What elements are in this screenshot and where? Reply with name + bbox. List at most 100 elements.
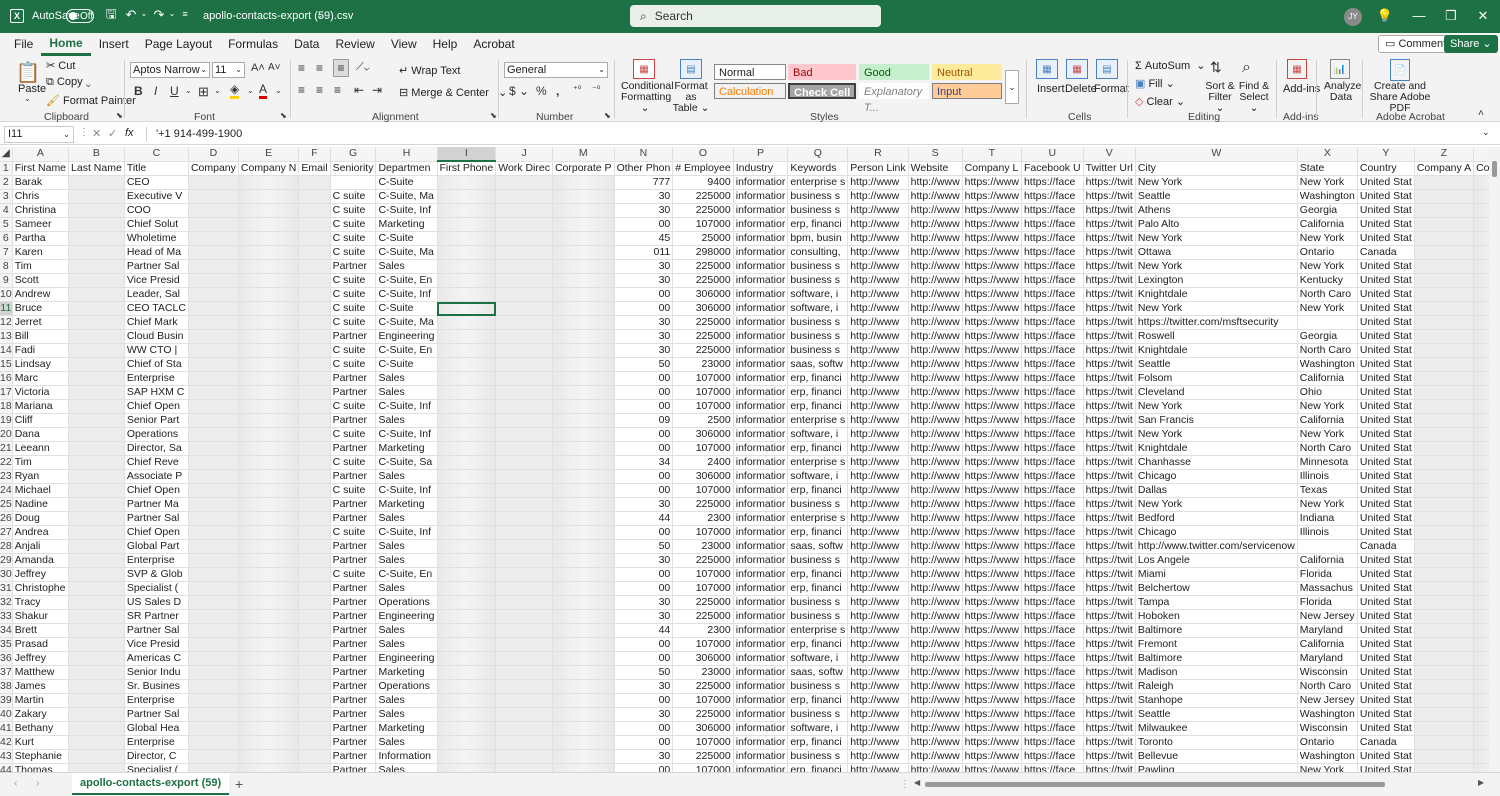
table-cell[interactable]: [552, 217, 615, 232]
table-cell[interactable]: https://twit: [1083, 567, 1136, 582]
table-cell[interactable]: Tim: [12, 259, 70, 274]
insert-function-icon[interactable]: fx: [125, 127, 134, 139]
table-cell[interactable]: 30: [614, 203, 674, 218]
table-cell[interactable]: CEO: [124, 175, 189, 190]
table-cell[interactable]: [552, 329, 615, 344]
table-cell[interactable]: [495, 217, 553, 232]
table-cell[interactable]: 306000: [672, 469, 734, 484]
table-cell[interactable]: 225000: [672, 259, 734, 274]
table-cell[interactable]: [552, 553, 615, 568]
table-cell[interactable]: 00: [614, 721, 674, 736]
table-cell[interactable]: Bethany: [12, 721, 70, 736]
table-cell[interactable]: Sr. Busines: [124, 679, 189, 694]
table-cell[interactable]: informatior: [733, 175, 789, 190]
table-cell[interactable]: http://www: [847, 455, 909, 470]
menu-page-layout[interactable]: Page Layout: [137, 33, 220, 56]
table-cell[interactable]: informatior: [733, 189, 789, 204]
table-cell[interactable]: New York: [1297, 301, 1358, 316]
table-cell[interactable]: https://www: [962, 511, 1022, 526]
table-cell[interactable]: [68, 455, 125, 470]
table-cell[interactable]: [437, 287, 497, 302]
table-cell[interactable]: United Stat: [1357, 189, 1415, 204]
table-cell[interactable]: https://www: [962, 721, 1022, 736]
table-cell[interactable]: [298, 189, 331, 204]
table-cell[interactable]: Leeann: [12, 441, 70, 456]
table-cell[interactable]: [1473, 217, 1489, 232]
table-cell[interactable]: 00: [614, 399, 674, 414]
table-cell[interactable]: [495, 385, 553, 400]
table-cell[interactable]: [1414, 301, 1475, 316]
table-cell[interactable]: [188, 665, 239, 680]
table-cell[interactable]: informatior: [733, 231, 789, 246]
table-cell[interactable]: [495, 483, 553, 498]
table-cell[interactable]: [1414, 595, 1475, 610]
table-cell[interactable]: [68, 609, 125, 624]
table-cell[interactable]: C suite: [330, 427, 377, 442]
table-cell[interactable]: [1473, 637, 1489, 652]
table-cell[interactable]: [298, 735, 331, 750]
table-cell[interactable]: [437, 385, 497, 400]
table-cell[interactable]: [188, 623, 239, 638]
table-cell[interactable]: http://www: [908, 539, 963, 554]
table-cell[interactable]: 225000: [672, 497, 734, 512]
table-cell[interactable]: Chief Open: [124, 483, 189, 498]
table-cell[interactable]: Specialist (: [124, 763, 189, 772]
table-cell[interactable]: software, i: [787, 469, 849, 484]
table-cell[interactable]: http://www: [847, 189, 909, 204]
table-cell[interactable]: United Stat: [1357, 721, 1415, 736]
undo-dropdown-icon[interactable]: ⌄: [140, 9, 148, 18]
table-cell[interactable]: [1473, 315, 1489, 330]
select-all-corner[interactable]: ◢: [0, 147, 13, 162]
table-cell[interactable]: United Stat: [1357, 385, 1415, 400]
table-cell[interactable]: [188, 245, 239, 260]
table-cell[interactable]: Sales: [375, 413, 438, 428]
table-cell[interactable]: WW CTO |: [124, 343, 189, 358]
table-cell[interactable]: [1473, 357, 1489, 372]
table-cell[interactable]: Texas: [1297, 483, 1358, 498]
format-as-table-button[interactable]: Format as Table ⌄: [672, 81, 710, 114]
table-cell[interactable]: 9400: [672, 175, 734, 190]
table-cell[interactable]: http://www: [908, 553, 963, 568]
table-cell[interactable]: C-Suite: [375, 357, 438, 372]
table-cell[interactable]: business s: [787, 203, 849, 218]
table-cell[interactable]: United Stat: [1357, 651, 1415, 666]
table-cell[interactable]: [238, 539, 300, 554]
table-cell[interactable]: [1414, 553, 1475, 568]
table-cell[interactable]: erp, financi: [787, 525, 849, 540]
table-cell[interactable]: United Stat: [1357, 553, 1415, 568]
number-format-select[interactable]: General ⌄: [504, 62, 608, 78]
table-cell[interactable]: Canada: [1357, 735, 1415, 750]
table-cell[interactable]: Partner: [330, 259, 377, 274]
table-cell[interactable]: Knightdale: [1135, 287, 1298, 302]
table-cell[interactable]: [1473, 539, 1489, 554]
table-cell[interactable]: [68, 231, 125, 246]
table-cell[interactable]: [552, 567, 615, 582]
table-cell[interactable]: https://face: [1021, 651, 1084, 666]
table-cell[interactable]: Washington: [1297, 189, 1358, 204]
table-cell[interactable]: [68, 693, 125, 708]
table-cell[interactable]: http://www: [847, 413, 909, 428]
table-cell[interactable]: https://www: [962, 427, 1022, 442]
table-cell[interactable]: http://www: [908, 483, 963, 498]
table-cell[interactable]: bpm, busin: [787, 231, 849, 246]
adobe-pdf-icon[interactable]: 📄: [1390, 59, 1410, 81]
table-cell[interactable]: https://twit: [1083, 581, 1136, 596]
restore-icon[interactable]: ❐: [1444, 8, 1458, 24]
table-cell[interactable]: [298, 665, 331, 680]
column-header[interactable]: Q: [787, 147, 849, 162]
table-cell[interactable]: [298, 175, 331, 190]
table-cell[interactable]: [1414, 511, 1475, 526]
table-cell[interactable]: https://www: [962, 329, 1022, 344]
table-cell[interactable]: software, i: [787, 427, 849, 442]
table-cell[interactable]: erp, financi: [787, 399, 849, 414]
table-cell[interactable]: [68, 581, 125, 596]
table-cell[interactable]: [437, 371, 497, 386]
table-cell[interactable]: http://www: [847, 693, 909, 708]
table-cell[interactable]: erp, financi: [787, 217, 849, 232]
styles-gallery-more-icon[interactable]: ⌄: [1005, 70, 1019, 104]
table-cell[interactable]: 30: [614, 595, 674, 610]
table-cell[interactable]: Partner Sal: [124, 511, 189, 526]
table-cell[interactable]: 2500: [672, 413, 734, 428]
table-cell[interactable]: http://www: [908, 175, 963, 190]
table-cell[interactable]: https://www: [962, 217, 1022, 232]
